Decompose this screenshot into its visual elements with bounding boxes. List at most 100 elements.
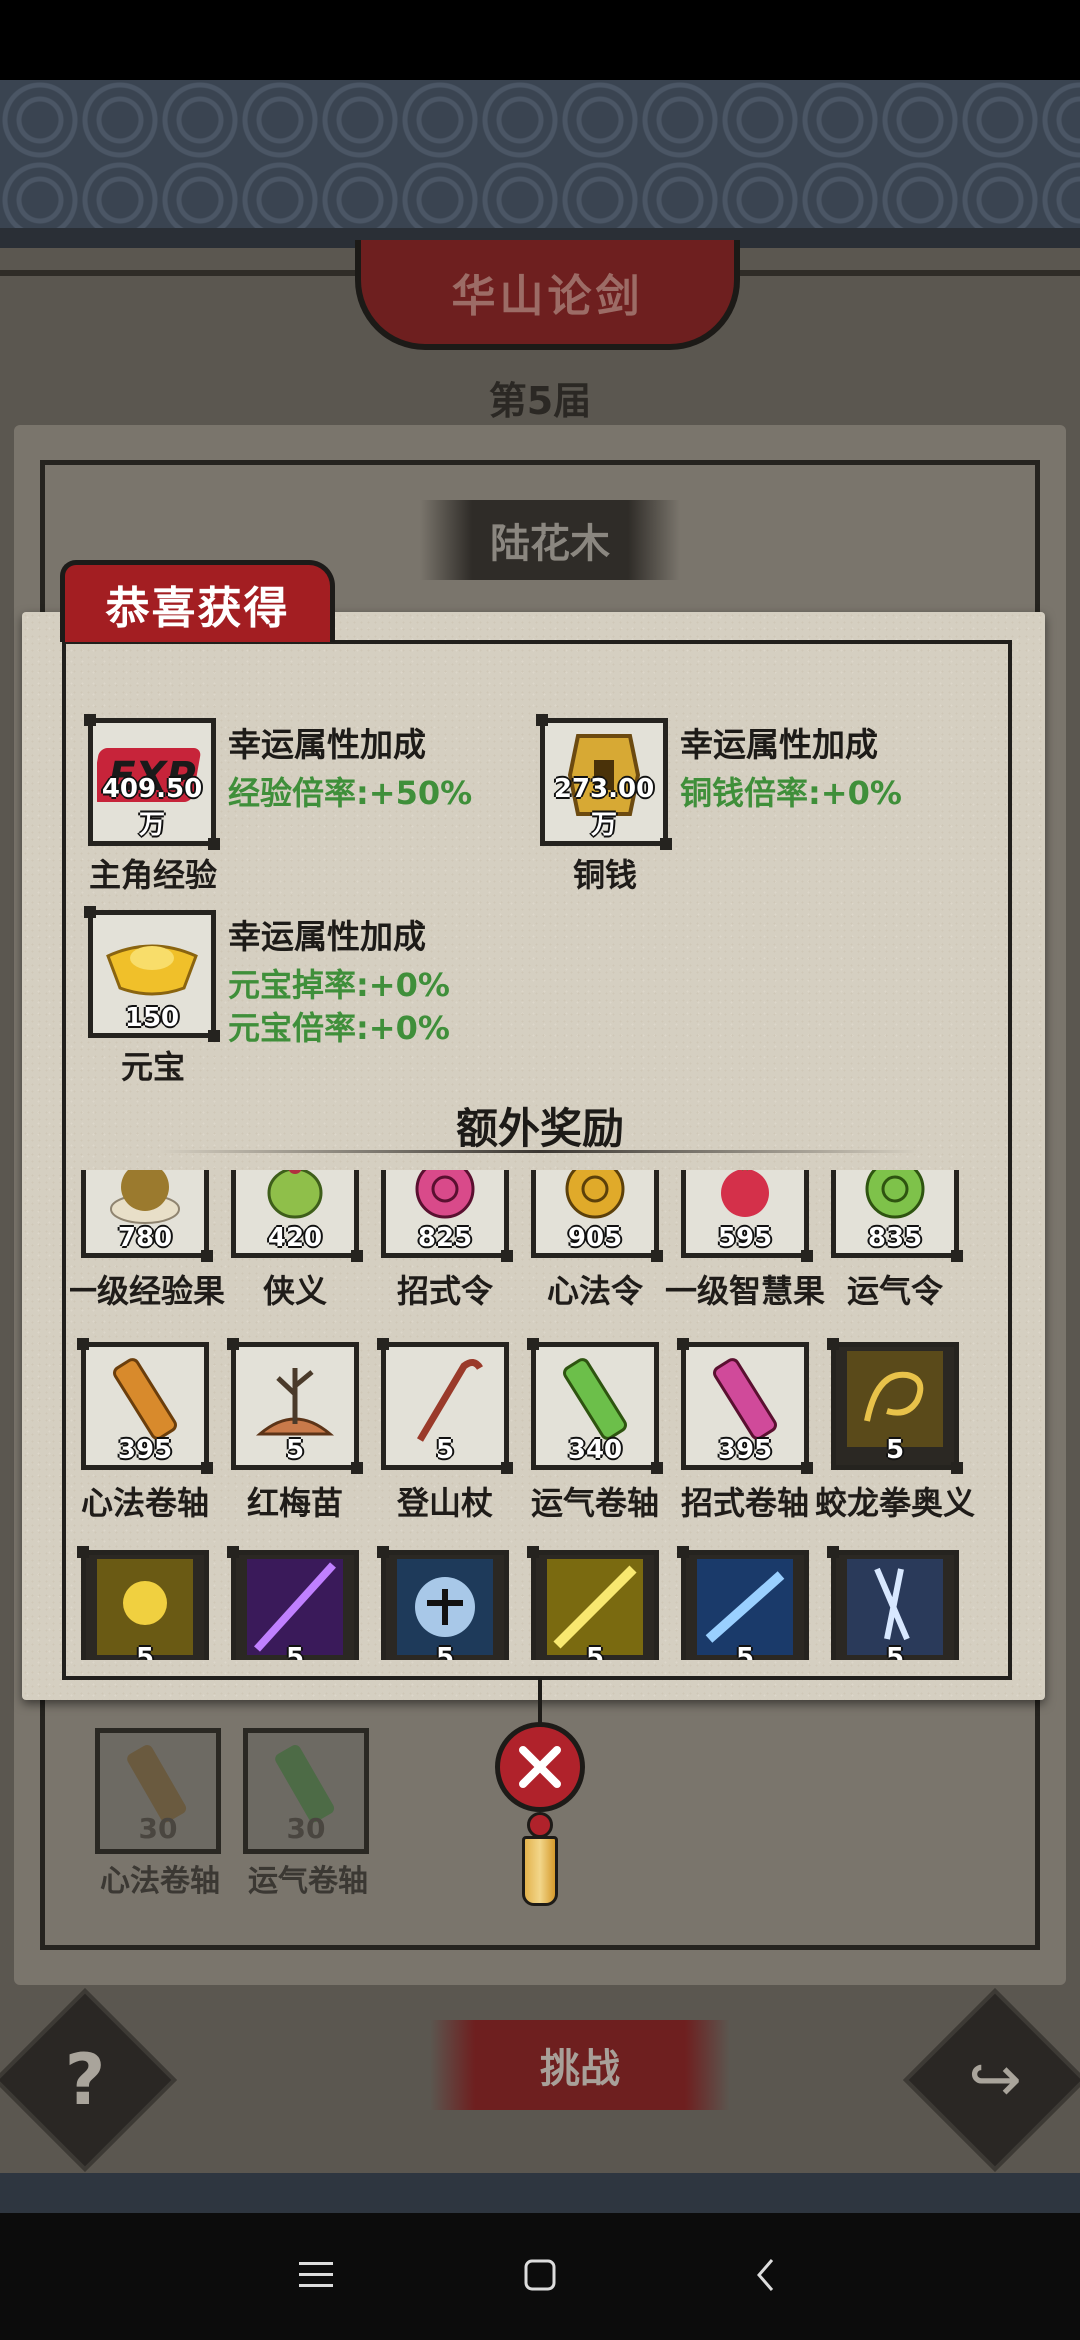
item-label: 一级智慧果	[664, 1272, 825, 1310]
bonus-title: 幸运属性加成	[228, 725, 426, 764]
item-label: 主角经验	[88, 856, 217, 894]
item-count: 5	[435, 1435, 455, 1465]
session-label: 第5届	[488, 379, 592, 423]
exp-reward-slot: EXP 409.50万	[84, 714, 220, 850]
item-label: 元宝	[120, 1048, 185, 1086]
item-slot: 5	[677, 1546, 809, 1660]
question-icon: ?	[64, 2039, 106, 2121]
home-nav-button[interactable]	[510, 2245, 570, 2305]
item-slot: 905	[531, 1170, 663, 1262]
status-bar	[0, 0, 1080, 80]
event-title: 华山论剑	[451, 271, 644, 322]
share-icon: ↪	[968, 2043, 1022, 2117]
bottom-banner	[0, 2173, 1080, 2213]
back-nav-button[interactable]	[736, 2245, 796, 2305]
hiking-staff-icon	[416, 1358, 484, 1442]
event-title-tab: 华山论剑	[355, 240, 740, 350]
item-slot: 5	[527, 1546, 659, 1660]
mind-scroll-icon	[113, 1358, 177, 1440]
item-slot: 395	[77, 1338, 213, 1474]
item-count: 5	[885, 1643, 905, 1660]
item-count: 30	[286, 1812, 326, 1845]
item-label: 登山杖	[396, 1484, 493, 1522]
item-slot: 595	[681, 1170, 813, 1262]
item-count: 5	[135, 1643, 155, 1660]
item-slot: 5	[827, 1546, 959, 1660]
item-slot: 5	[77, 1546, 209, 1660]
item-label: 心法卷轴	[80, 1484, 209, 1522]
dragon-fist-icon	[847, 1350, 943, 1447]
opponent-name: 陆花木	[420, 500, 680, 580]
item-slot: 340	[527, 1338, 663, 1474]
item-slot: 395	[677, 1338, 813, 1474]
item-slot: 835	[831, 1170, 963, 1262]
sword-rain-skill-icon	[847, 1558, 943, 1655]
top-banner	[0, 80, 1080, 230]
exp-fruit-icon	[110, 1170, 180, 1224]
item-count: 340	[567, 1435, 623, 1465]
back-icon	[757, 2259, 774, 2291]
item-slot: 780	[81, 1170, 213, 1262]
item-count: 905	[567, 1223, 623, 1253]
congrats-tab: 恭喜获得	[60, 560, 335, 642]
challenge-button[interactable]: 挑战	[430, 2020, 730, 2110]
item-slot: 420	[231, 1170, 363, 1262]
item-slot: 30	[95, 1728, 221, 1854]
move-scroll-icon	[713, 1358, 777, 1440]
item-label: 运气令	[846, 1272, 943, 1310]
item-label: 红梅苗	[246, 1484, 343, 1522]
ingot-reward-slot: 150	[84, 906, 220, 1042]
item-label: 心法令	[546, 1272, 643, 1310]
close-button[interactable]	[495, 1722, 585, 1812]
item-count: 420	[267, 1223, 323, 1253]
item-label: 运气卷轴	[530, 1484, 659, 1522]
menu-nav-button[interactable]	[286, 2245, 346, 2305]
item-label: 招式卷轴	[680, 1484, 809, 1522]
congrats-title: 恭喜获得	[105, 582, 290, 634]
blue-blade-skill-icon	[697, 1558, 793, 1655]
item-label: 心法卷轴	[100, 1864, 220, 1899]
item-count: 780	[117, 1223, 173, 1253]
bonus-title: 幸运属性加成	[228, 917, 426, 956]
extra-rewards-list[interactable]: 780 一级经验果 420 侠义 825 招式令 905 心法令 595 一级智…	[70, 1170, 1010, 1660]
qi-scroll-icon	[563, 1358, 627, 1440]
item-count: 835	[867, 1223, 923, 1253]
bonus-line: 经验倍率:+50%	[228, 774, 473, 812]
item-slot: 5	[227, 1546, 359, 1660]
divider	[160, 1150, 920, 1153]
chivalry-pouch-icon	[267, 1170, 323, 1219]
item-slot: 30	[243, 1728, 369, 1854]
extra-rewards-title: 额外奖励	[455, 1104, 624, 1153]
gold-ingot-icon	[106, 944, 198, 996]
menu-icon	[299, 2262, 333, 2287]
move-token-icon	[415, 1170, 475, 1219]
item-count: 273.00万	[553, 774, 655, 840]
item-slot: 5	[377, 1546, 509, 1660]
golden-flower-skill-icon	[97, 1558, 193, 1655]
bonus-title: 幸运属性加成	[680, 725, 878, 764]
item-label: 运气卷轴	[248, 1864, 368, 1899]
item-slot: 5	[377, 1338, 513, 1474]
tassel-knot	[527, 1812, 553, 1838]
tassel-icon	[522, 1836, 558, 1906]
purple-slash-skill-icon	[247, 1558, 343, 1655]
close-cord	[538, 1678, 542, 1728]
item-count: 5	[285, 1435, 305, 1465]
background-reward-item: 30 心法卷轴	[95, 1728, 225, 1900]
item-slot: 5	[227, 1338, 363, 1474]
item-count: 5	[585, 1643, 605, 1660]
golden-blade-skill-icon	[547, 1558, 643, 1655]
item-count: 150	[124, 1003, 180, 1033]
item-count: 395	[717, 1435, 773, 1465]
item-label: 侠义	[262, 1272, 327, 1310]
item-count: 5	[435, 1643, 455, 1660]
item-slot: 825	[381, 1170, 513, 1262]
item-count: 409.50万	[101, 774, 203, 840]
bonus-line: 元宝倍率:+0%	[228, 1009, 450, 1047]
item-label: 一级经验果	[70, 1272, 225, 1310]
wisdom-fruit-icon	[721, 1170, 769, 1217]
item-label: 招式令	[396, 1272, 493, 1310]
background-reward-item: 30 运气卷轴	[243, 1728, 373, 1900]
item-label: 铜钱	[572, 856, 637, 894]
close-icon	[519, 1746, 561, 1788]
